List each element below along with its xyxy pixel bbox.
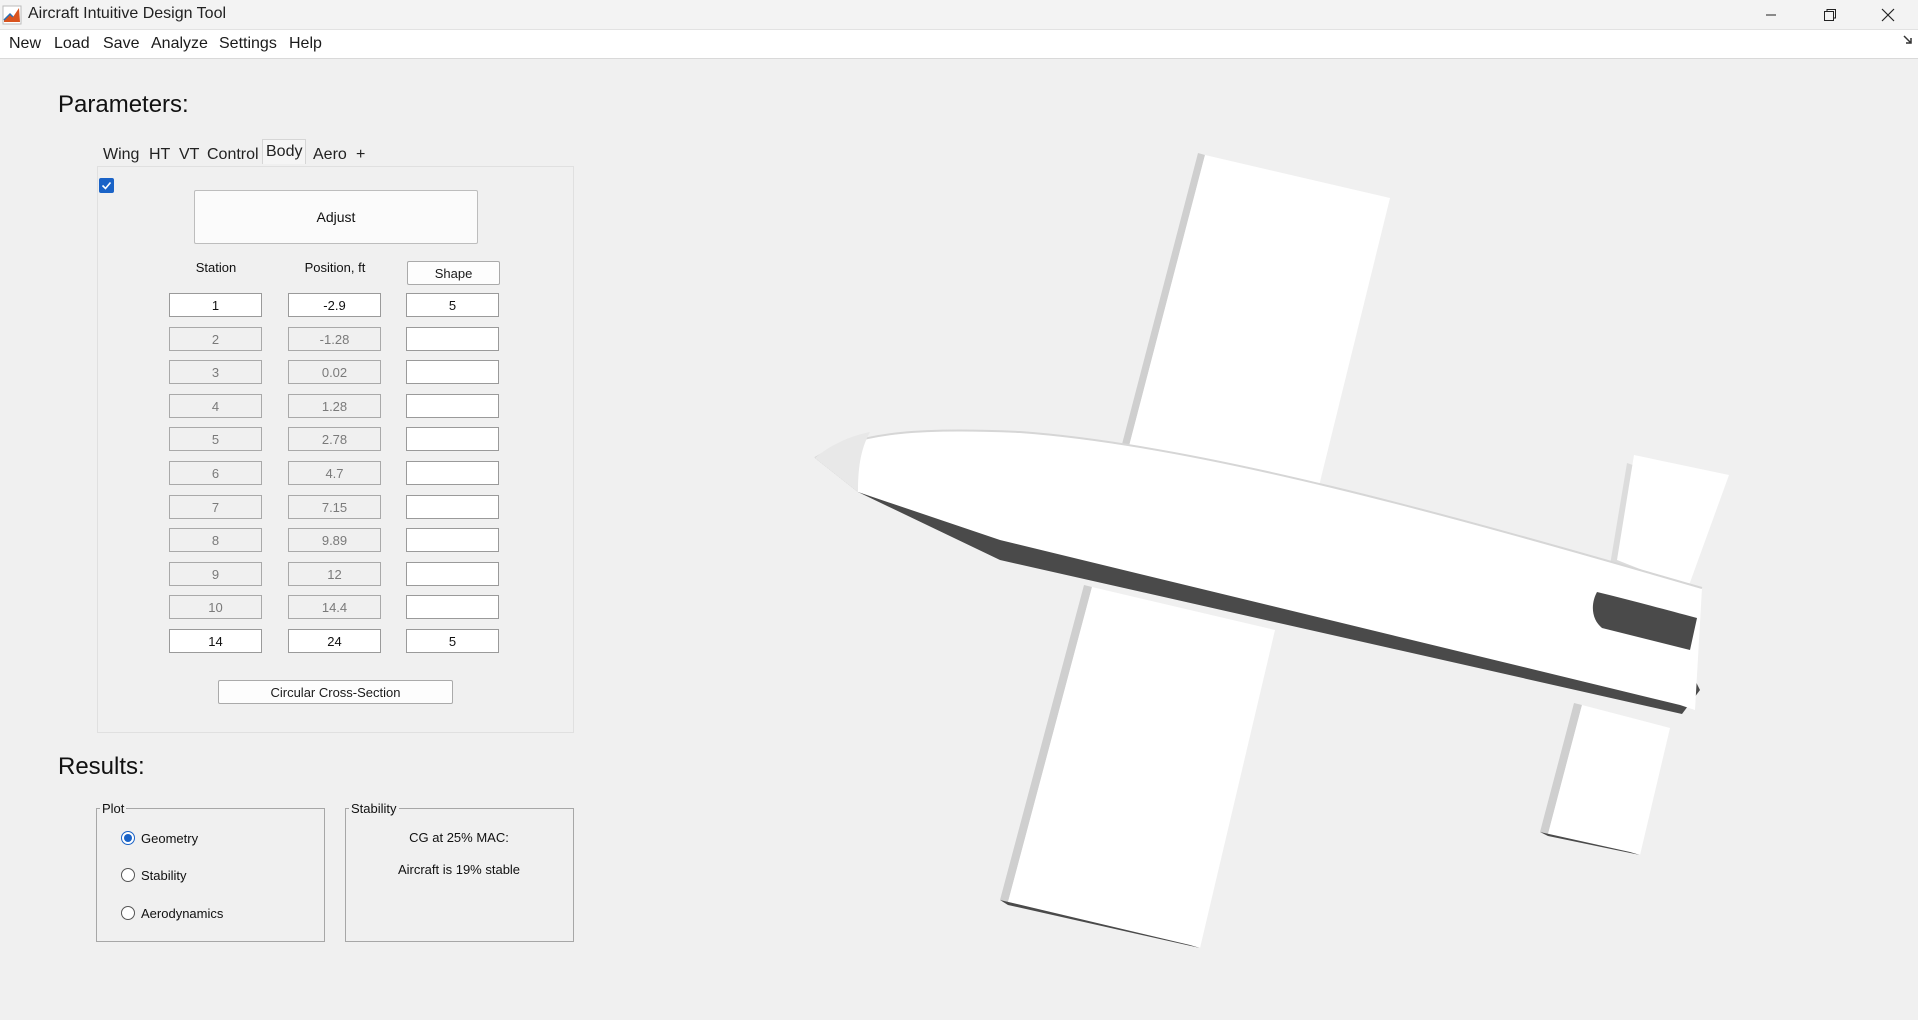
radio-aerodynamics[interactable] — [121, 906, 135, 920]
position-column-header: Position, ft — [304, 260, 366, 275]
position-cell: 2.78 — [288, 427, 381, 451]
tab-control[interactable]: Control — [204, 143, 262, 167]
enable-checkbox[interactable] — [99, 178, 114, 193]
restore-button[interactable] — [1800, 0, 1860, 29]
shape-cell[interactable] — [406, 562, 499, 586]
shape-cell[interactable] — [406, 595, 499, 619]
title-bar: Aircraft Intuitive Design Tool — [0, 0, 1918, 30]
parameters-heading: Parameters: — [58, 91, 189, 118]
wing-lower — [1000, 585, 1275, 948]
tab-ht[interactable]: HT — [146, 143, 173, 167]
shape-cell[interactable] — [406, 360, 499, 384]
station-cell: 4 — [169, 394, 262, 418]
menu-help[interactable]: Help — [289, 35, 322, 53]
tab-add[interactable]: + — [353, 143, 368, 167]
tab-body[interactable]: Body — [262, 139, 307, 164]
shape-cell[interactable] — [406, 394, 499, 418]
close-icon — [1881, 8, 1895, 21]
shape-cell[interactable] — [406, 495, 499, 519]
circular-cross-section-button[interactable]: Circular Cross-Section — [218, 680, 453, 704]
station-cell[interactable]: 14 — [169, 629, 262, 653]
results-heading: Results: — [58, 753, 145, 780]
position-cell: -1.28 — [288, 327, 381, 351]
menu-bar: New Load Save Analyze Settings Help — [0, 30, 1918, 59]
position-cell: 4.7 — [288, 461, 381, 485]
shape-cell[interactable] — [406, 528, 499, 552]
menu-load[interactable]: Load — [54, 35, 90, 53]
position-cell: 14.4 — [288, 595, 381, 619]
aircraft-geometry-view[interactable] — [800, 140, 1760, 960]
shape-cell[interactable] — [406, 427, 499, 451]
position-cell: 1.28 — [288, 394, 381, 418]
station-cell: 5 — [169, 427, 262, 451]
station-cell: 3 — [169, 360, 262, 384]
horizontal-tail-lower — [1540, 703, 1670, 855]
tab-vt[interactable]: VT — [176, 143, 202, 167]
restore-icon — [1824, 8, 1836, 21]
close-button[interactable] — [1858, 0, 1918, 29]
adjust-button[interactable]: Adjust — [194, 190, 478, 244]
undock-icon[interactable] — [1902, 34, 1914, 46]
radio-aerodynamics-label: Aerodynamics — [141, 906, 224, 921]
position-cell: 7.15 — [288, 495, 381, 519]
station-cell: 9 — [169, 562, 262, 586]
station-cell[interactable]: 1 — [169, 293, 262, 317]
cg-text: CG at 25% MAC: — [409, 830, 509, 845]
station-cell: 2 — [169, 327, 262, 351]
position-cell: 9.89 — [288, 528, 381, 552]
position-cell[interactable]: -2.9 — [288, 293, 381, 317]
radio-stability-label: Stability — [141, 868, 187, 883]
shape-cell[interactable]: 5 — [406, 293, 499, 317]
position-cell: 12 — [288, 562, 381, 586]
menu-new[interactable]: New — [9, 35, 41, 53]
stability-group-label: Stability — [349, 801, 399, 816]
shape-cell[interactable] — [406, 327, 499, 351]
check-icon — [101, 181, 112, 190]
minimize-icon — [1766, 14, 1776, 15]
station-cell: 8 — [169, 528, 262, 552]
station-cell: 7 — [169, 495, 262, 519]
stability-result-text: Aircraft is 19% stable — [397, 862, 521, 877]
radio-geometry[interactable] — [121, 831, 135, 845]
station-cell: 10 — [169, 595, 262, 619]
station-column-header: Station — [195, 260, 237, 275]
menu-save[interactable]: Save — [103, 35, 139, 53]
wing-upper — [1121, 153, 1390, 490]
tab-wing[interactable]: Wing — [100, 143, 142, 167]
shape-cell[interactable] — [406, 461, 499, 485]
minimize-button[interactable] — [1741, 0, 1801, 29]
shape-button[interactable]: Shape — [407, 261, 500, 285]
shape-cell[interactable]: 5 — [406, 629, 499, 653]
position-cell[interactable]: 24 — [288, 629, 381, 653]
menu-settings[interactable]: Settings — [219, 35, 277, 53]
station-cell: 6 — [169, 461, 262, 485]
plot-group-label: Plot — [100, 801, 127, 816]
tab-aero[interactable]: Aero — [310, 143, 350, 167]
matlab-app-icon — [2, 5, 22, 25]
menu-analyze[interactable]: Analyze — [151, 35, 208, 53]
radio-geometry-label: Geometry — [141, 831, 199, 846]
radio-stability[interactable] — [121, 868, 135, 882]
window-title: Aircraft Intuitive Design Tool — [28, 5, 227, 22]
position-cell: 0.02 — [288, 360, 381, 384]
